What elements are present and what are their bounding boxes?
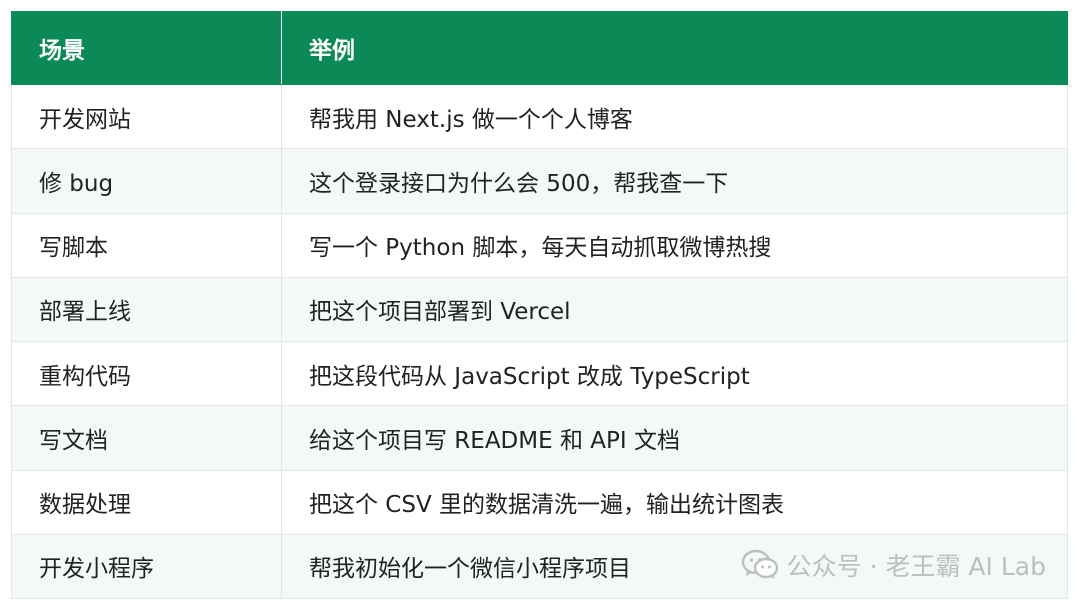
table-header: 场景 举例 (11, 11, 1068, 85)
wechat-icon (741, 549, 778, 579)
table-body: 开发网站 帮我用 Next.js 做一个个人博客 修 bug 这个登录接口为什么… (11, 83, 1068, 600)
scenario-table: 场景 举例 开发网站 帮我用 Next.js 做一个个人博客 修 bug 这个登… (11, 11, 1068, 600)
example-cell: 把这个 CSV 里的数据清洗一遍，输出统计图表 (281, 469, 1068, 535)
scene-cell: 修 bug (11, 148, 282, 214)
example-cell: 这个登录接口为什么会 500，帮我查一下 (281, 148, 1068, 214)
header-example: 举例 (281, 11, 1068, 85)
table-row: 重构代码 把这段代码从 JavaScript 改成 TypeScript (11, 340, 1068, 407)
header-row: 场景 举例 (11, 11, 1068, 85)
table-row: 写文档 给这个项目写 README 和 API 文档 (11, 405, 1068, 471)
example-cell: 把这个项目部署到 Vercel (281, 276, 1068, 343)
scene-cell: 写脚本 (11, 212, 282, 278)
watermark: 公众号 · 老王霸 AI Lab (741, 548, 1046, 582)
scene-cell: 写文档 (11, 405, 282, 471)
scene-cell: 重构代码 (11, 340, 282, 407)
table-row: 部署上线 把这个项目部署到 Vercel (11, 276, 1068, 343)
example-cell: 给这个项目写 README 和 API 文档 (281, 405, 1068, 471)
watermark-text: 公众号 · 老王霸 AI Lab (786, 552, 1046, 581)
table-row: 开发网站 帮我用 Next.js 做一个个人博客 (11, 83, 1068, 150)
table-row: 数据处理 把这个 CSV 里的数据清洗一遍，输出统计图表 (11, 469, 1068, 535)
example-cell: 把这段代码从 JavaScript 改成 TypeScript (281, 340, 1068, 407)
scene-cell: 部署上线 (11, 276, 282, 343)
table-row: 修 bug 这个登录接口为什么会 500，帮我查一下 (11, 148, 1068, 214)
header-scene: 场景 (11, 11, 282, 85)
table-row: 写脚本 写一个 Python 脚本，每天自动抓取微博热搜 (11, 212, 1068, 278)
example-cell: 帮我用 Next.js 做一个个人博客 (281, 83, 1068, 150)
scene-cell: 开发网站 (11, 83, 282, 150)
example-cell: 写一个 Python 脚本，每天自动抓取微博热搜 (281, 212, 1068, 278)
scene-cell: 开发小程序 (11, 533, 282, 600)
scene-cell: 数据处理 (11, 469, 282, 535)
